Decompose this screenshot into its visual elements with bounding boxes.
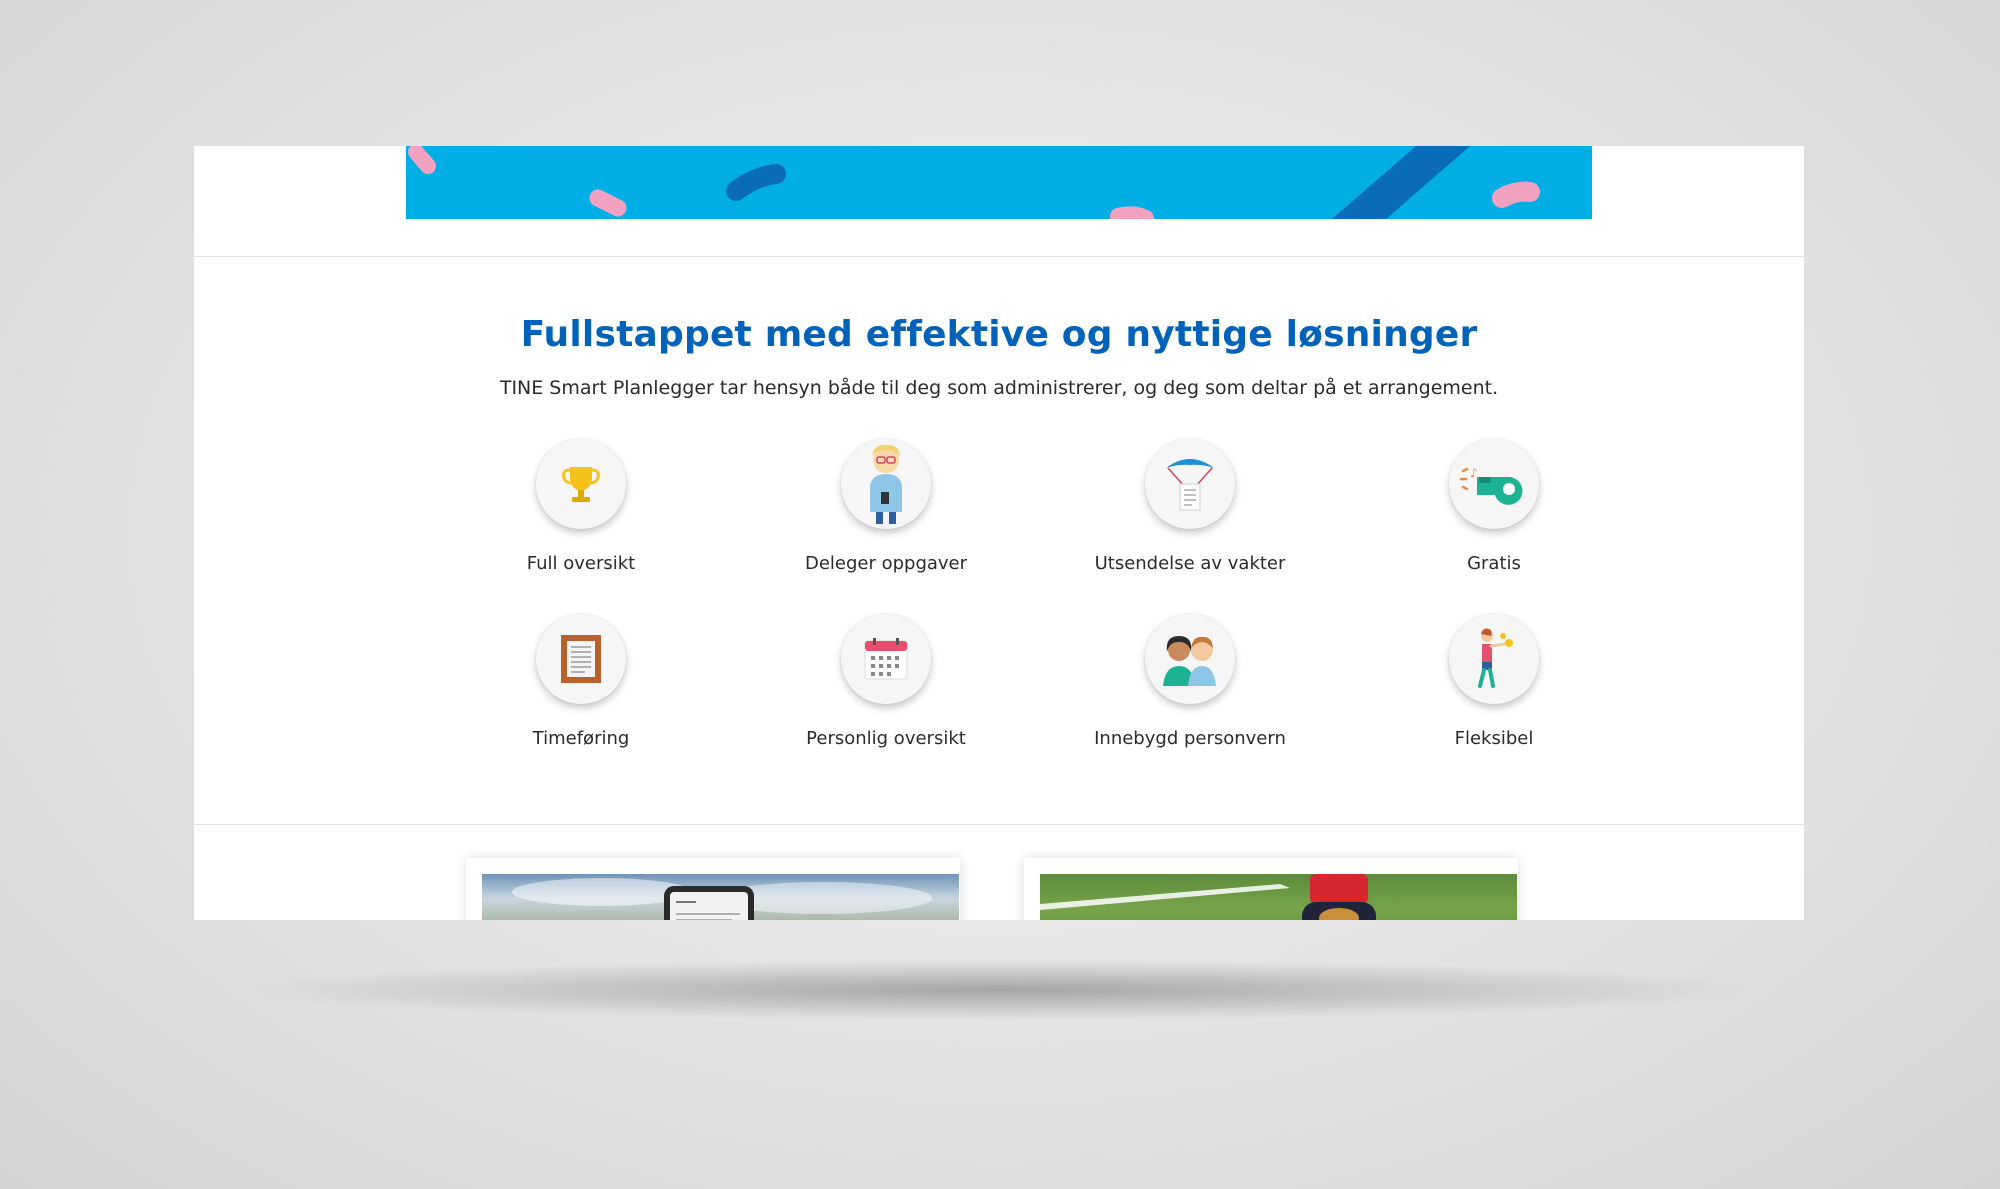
feature-label: Deleger oppgaver [804,553,968,574]
two-people-icon [1145,614,1235,704]
floor-shadow [260,960,1740,1020]
trophy-icon [536,439,626,529]
feature-innebygd-personvern[interactable]: Innebygd personvern [1070,614,1310,749]
feature-label: Personlig oversikt [806,728,966,749]
card-image-bottle [1040,874,1517,920]
calendar-icon [841,614,931,704]
section-divider [194,824,1804,825]
feature-label: Fleksibel [1454,728,1534,749]
juggling-person-icon [1449,614,1539,704]
whistle-icon: ♪ [1449,439,1539,529]
feature-fleksibel[interactable]: Fleksibel [1374,614,1614,749]
feature-deleger-oppgaver[interactable]: Deleger oppgaver [766,439,1006,574]
feature-timeforing[interactable]: Timeføring [461,614,701,749]
framed-timesheet-icon [536,614,626,704]
features-subtitle: TINE Smart Planlegger tar hensyn både ti… [499,377,1499,399]
feature-full-oversikt[interactable]: Full oversikt [461,439,701,574]
feature-gratis[interactable]: ♪ Gratis [1374,439,1614,574]
article-card[interactable] [466,858,960,920]
article-card[interactable] [1024,858,1518,920]
card-image-phone [482,874,959,920]
website-page: Fullstappet med effektive og nyttige løs… [194,146,1804,920]
feature-label: Timeføring [532,728,630,749]
person-with-badge-icon [841,439,931,529]
feature-label: Innebygd personvern [1094,728,1286,749]
section-divider [194,256,1804,257]
parachute-document-icon [1145,439,1235,529]
features-title: Fullstappet med effektive og nyttige løs… [520,314,1478,355]
svg-text:♪: ♪ [1470,466,1478,480]
feature-personlig-oversikt[interactable]: Personlig oversikt [766,614,1006,749]
feature-utsendelse-av-vakter[interactable]: Utsendelse av vakter [1070,439,1310,574]
hero-banner [406,146,1592,219]
feature-label: Utsendelse av vakter [1094,553,1286,574]
feature-label: Full oversikt [526,553,636,574]
feature-label: Gratis [1467,553,1521,574]
